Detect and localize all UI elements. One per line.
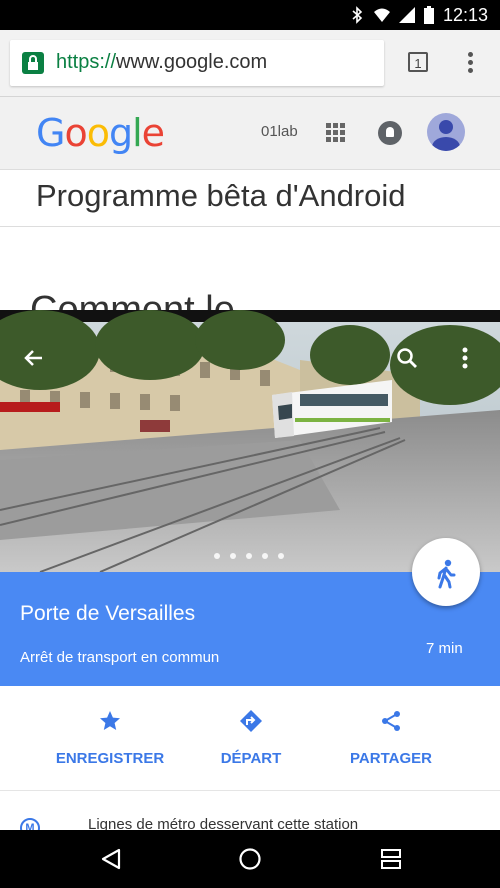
street-view-photo[interactable] <box>0 310 500 572</box>
google-logo[interactable]: Google <box>36 111 165 155</box>
more-options-icon[interactable] <box>460 346 470 370</box>
directions-button[interactable]: DÉPART <box>171 686 331 790</box>
apps-grid-icon[interactable] <box>326 123 346 143</box>
status-bar: 12:13 <box>0 0 500 30</box>
divider <box>0 226 500 227</box>
wifi-icon <box>374 8 390 22</box>
travel-time: 7 min <box>426 640 463 657</box>
save-button[interactable]: ENREGISTRER <box>30 686 190 790</box>
url-bar[interactable]: https://www.google.com <box>10 40 384 86</box>
place-name: Porte de Versailles <box>20 602 196 625</box>
browser-toolbar: https://www.google.com 1 <box>0 30 500 97</box>
browser-menu-icon[interactable] <box>466 52 474 76</box>
url-protocol: https:// <box>56 51 117 73</box>
home-nav-icon[interactable] <box>238 847 262 871</box>
page-title: Programme bêta d'Android <box>36 178 406 213</box>
metro-lines-text: Lignes de métro desservant cette station <box>88 818 359 830</box>
google-header: Google 01lab <box>0 97 500 170</box>
partial-heading: Comment le <box>30 289 235 310</box>
back-arrow-icon[interactable] <box>22 346 46 370</box>
metro-lines-row[interactable]: M Lignes de métro desservant cette stati… <box>0 818 500 830</box>
url-host: www.google.com <box>116 51 268 73</box>
place-type: Arrêt de transport en commun <box>20 649 220 666</box>
share-label: PARTAGER <box>350 750 432 767</box>
share-icon <box>382 711 400 731</box>
user-label[interactable]: 01lab <box>261 123 298 140</box>
place-actions: ENREGISTRER DÉPART PARTAGER <box>0 686 500 791</box>
bluetooth-icon <box>352 6 363 24</box>
street-photo-image <box>0 310 500 572</box>
notifications-bell-icon[interactable] <box>378 121 402 145</box>
walking-person-icon <box>437 559 456 589</box>
status-time: 12:13 <box>442 5 488 25</box>
url-text: https://www.google.com <box>56 51 267 74</box>
directions-icon <box>240 710 262 732</box>
recents-nav-icon[interactable] <box>379 847 403 871</box>
back-nav-icon[interactable] <box>99 847 123 871</box>
metro-icon: M <box>20 818 40 830</box>
tab-switcher-button[interactable]: 1 <box>408 52 428 72</box>
search-icon[interactable] <box>395 346 419 370</box>
share-button[interactable]: PARTAGER <box>311 686 471 790</box>
battery-icon <box>424 6 434 24</box>
lock-icon <box>22 52 44 74</box>
photo-pager-dots[interactable] <box>214 546 294 559</box>
directions-label: DÉPART <box>220 750 282 767</box>
save-label: ENREGISTRER <box>55 750 165 767</box>
star-icon <box>100 711 120 730</box>
signal-icon <box>399 7 415 23</box>
walking-directions-button[interactable] <box>412 538 480 606</box>
navigation-bar <box>0 830 500 888</box>
account-avatar[interactable] <box>427 113 465 151</box>
